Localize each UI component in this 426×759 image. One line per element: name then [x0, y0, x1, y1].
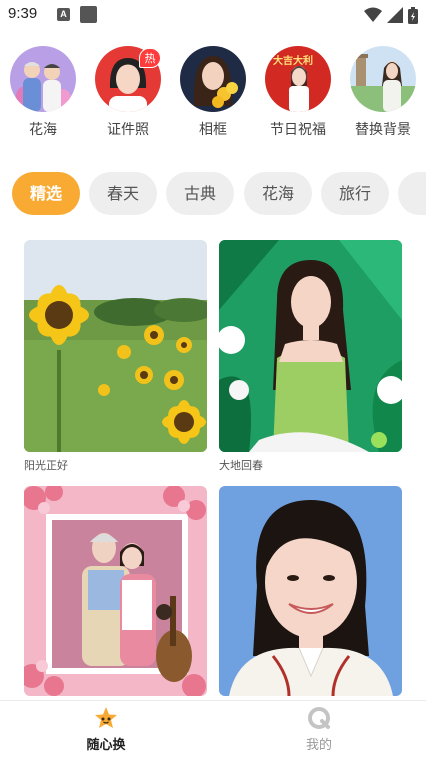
nav-mine[interactable]: 我的	[269, 701, 369, 759]
category-replace-background[interactable]: 替换背景	[342, 46, 422, 142]
tab-overflow[interactable]	[398, 172, 426, 215]
status-bar: 9:39 A	[0, 0, 426, 30]
category-flower-sea[interactable]: 花海	[2, 46, 82, 142]
category-label: 节日祝福	[270, 122, 326, 138]
category-flower-sea-thumbnail	[10, 46, 76, 112]
category-holiday-greeting-thumbnail: 大吉大利	[265, 46, 331, 112]
tab-classical[interactable]: 古典	[166, 172, 234, 215]
nav-label: 随心换	[86, 738, 126, 753]
template-card-image	[24, 486, 207, 696]
tab-flower-sea[interactable]: 花海	[244, 172, 312, 215]
star-icon	[95, 707, 117, 728]
category-label: 替换背景	[355, 122, 411, 138]
signal-icon	[387, 7, 403, 23]
battery-icon	[408, 6, 418, 24]
template-card-image	[24, 240, 207, 452]
holiday-poster-text: 大吉大利	[273, 56, 313, 67]
nav-label: 我的	[305, 738, 332, 753]
category-row: 花海 热 证件照 相框 大吉大利 节日祝福 替换背景	[0, 46, 426, 146]
hot-badge: 热	[139, 48, 161, 68]
template-card-image	[219, 486, 402, 696]
category-replace-background-thumbnail	[350, 46, 416, 112]
category-label: 花海	[29, 122, 57, 138]
category-photo-frame-thumbnail	[180, 46, 246, 112]
category-holiday-greeting[interactable]: 大吉大利 节日祝福	[257, 46, 337, 142]
category-label: 相框	[199, 122, 227, 138]
category-id-photo[interactable]: 热 证件照	[87, 46, 167, 142]
wifi-icon	[364, 7, 382, 22]
notification-square-icon	[80, 6, 97, 23]
tab-spring[interactable]: 春天	[89, 172, 157, 215]
status-time: 9:39	[8, 5, 38, 22]
category-label: 证件照	[107, 122, 149, 138]
filter-tabs: 精选 春天 古典 花海 旅行	[0, 172, 426, 216]
bottom-nav: 随心换 我的	[0, 700, 426, 759]
template-card-caption: 大地回春	[219, 459, 263, 472]
notification-a-icon: A	[57, 8, 70, 21]
tab-travel[interactable]: 旅行	[321, 172, 389, 215]
category-photo-frame[interactable]: 相框	[172, 46, 252, 142]
nav-random-swap[interactable]: 随心换	[56, 701, 156, 759]
template-card-caption: 阳光正好	[24, 459, 68, 472]
template-card-image	[219, 240, 402, 452]
status-icons	[364, 5, 418, 25]
profile-q-icon	[308, 707, 330, 729]
tab-featured[interactable]: 精选	[12, 172, 80, 215]
